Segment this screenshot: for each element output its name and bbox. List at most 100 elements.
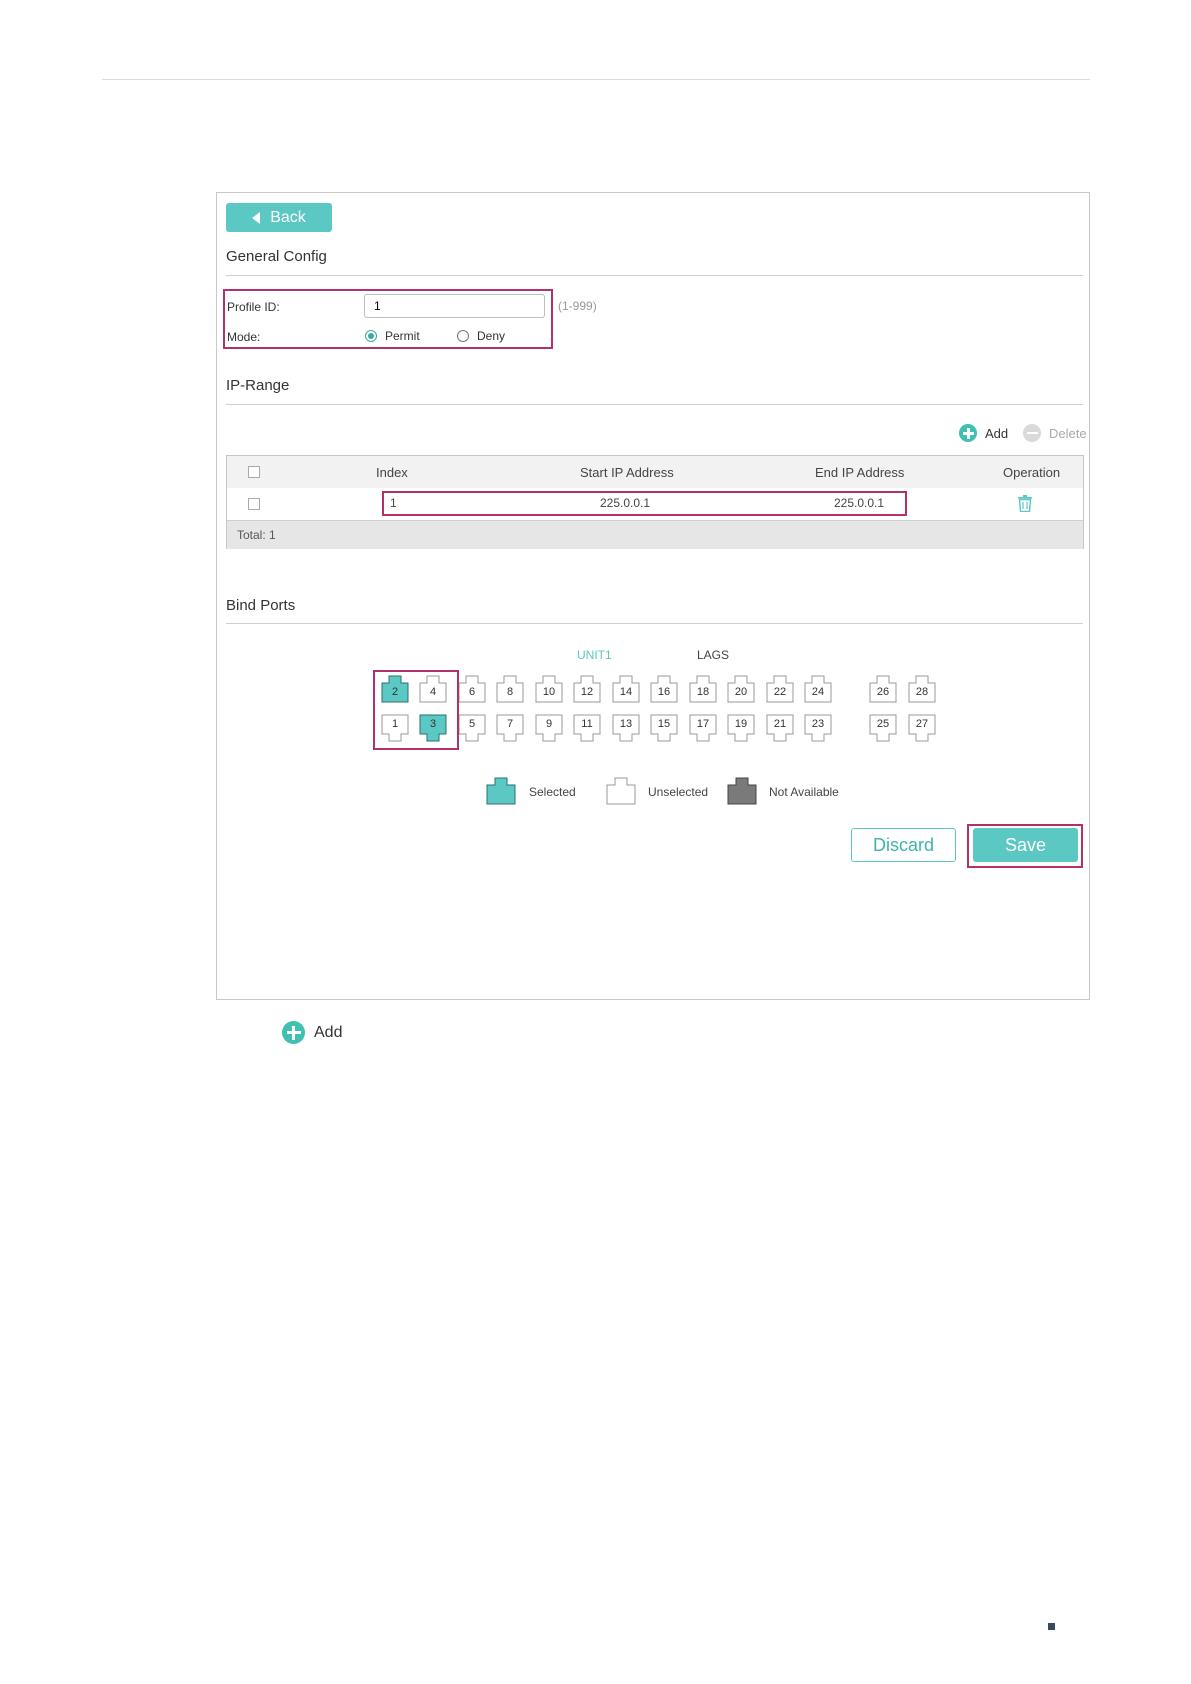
port-label: 9 bbox=[545, 718, 553, 730]
deny-radio[interactable] bbox=[457, 330, 469, 342]
row-checkbox[interactable] bbox=[248, 498, 260, 510]
port-label: 8 bbox=[506, 686, 514, 698]
back-arrow-icon bbox=[252, 211, 261, 224]
legend-not-available-swatch bbox=[727, 777, 757, 805]
add-range-label: Add bbox=[985, 426, 1009, 441]
port-6[interactable]: 6 bbox=[458, 675, 486, 703]
port-17[interactable]: 17 bbox=[689, 714, 717, 742]
port-label: 28 bbox=[915, 686, 929, 698]
port-9[interactable]: 9 bbox=[535, 714, 563, 742]
port-label: 18 bbox=[696, 686, 710, 698]
port-grid: 2 4 6 8 10 12 14 16 18 20 22 24 26 28 1 3 5 7 9 11 13 15 17 19 2… bbox=[217, 193, 936, 742]
port-label: 27 bbox=[915, 718, 929, 730]
port-label: 20 bbox=[734, 686, 748, 698]
delete-range-button[interactable]: Delete bbox=[1023, 423, 1089, 443]
port-7[interactable]: 7 bbox=[496, 714, 524, 742]
add-label: Add bbox=[314, 1024, 343, 1041]
delete-range-label: Delete bbox=[1049, 426, 1087, 441]
back-button[interactable]: Back bbox=[226, 203, 332, 232]
mode-deny-option[interactable]: Deny bbox=[457, 329, 505, 343]
legend-selected-label: Selected bbox=[529, 785, 576, 799]
discard-button[interactable]: Discard bbox=[851, 828, 956, 862]
page-marker bbox=[1048, 1623, 1055, 1630]
col-index: Index bbox=[376, 465, 408, 480]
port-label: 24 bbox=[811, 686, 825, 698]
port-10[interactable]: 10 bbox=[535, 675, 563, 703]
port-label: 26 bbox=[876, 686, 890, 698]
col-end-ip: End IP Address bbox=[815, 465, 905, 480]
profile-id-input[interactable] bbox=[364, 294, 545, 318]
add-circle-icon bbox=[959, 424, 977, 442]
selected-ports-highlight bbox=[373, 670, 459, 750]
port-12[interactable]: 12 bbox=[573, 675, 601, 703]
page-top-rule bbox=[102, 79, 1090, 80]
port-16[interactable]: 16 bbox=[650, 675, 678, 703]
port-label: 7 bbox=[506, 718, 514, 730]
mode-permit-option[interactable]: Permit bbox=[365, 329, 420, 343]
profile-config-panel: Back General Config Profile ID: (1-999) … bbox=[216, 192, 1090, 1000]
port-label: 13 bbox=[619, 718, 633, 730]
general-config-title: General Config bbox=[226, 248, 327, 265]
port-20[interactable]: 20 bbox=[727, 675, 755, 703]
port-22[interactable]: 22 bbox=[766, 675, 794, 703]
legend-unselected-label: Unselected bbox=[648, 785, 709, 799]
port-14[interactable]: 14 bbox=[612, 675, 640, 703]
tab-unit1[interactable]: UNIT1 bbox=[577, 648, 612, 662]
legend-selected-swatch bbox=[486, 777, 516, 805]
port-label: 14 bbox=[619, 686, 633, 698]
port-28[interactable]: 28 bbox=[908, 675, 936, 703]
port-label: 11 bbox=[581, 718, 593, 730]
profile-id-hint: (1-999) bbox=[558, 299, 597, 313]
select-all-checkbox[interactable] bbox=[248, 466, 260, 478]
port-13[interactable]: 13 bbox=[612, 714, 640, 742]
port-24[interactable]: 24 bbox=[804, 675, 832, 703]
add-button[interactable]: Add bbox=[282, 1020, 362, 1046]
add-plus-icon bbox=[282, 1021, 305, 1044]
table-footer: Total: 1 bbox=[227, 521, 1083, 549]
port-label: 15 bbox=[657, 718, 671, 730]
port-23[interactable]: 23 bbox=[804, 714, 832, 742]
port-label: 21 bbox=[773, 718, 787, 730]
table-header: Index Start IP Address End IP Address Op… bbox=[227, 456, 1083, 489]
port-21[interactable]: 21 bbox=[766, 714, 794, 742]
table-total: Total: 1 bbox=[237, 528, 276, 542]
permit-radio[interactable] bbox=[365, 330, 377, 342]
port-label: 5 bbox=[468, 718, 476, 730]
port-label: 19 bbox=[734, 718, 748, 730]
port-25[interactable]: 25 bbox=[869, 714, 897, 742]
bind-ports-title: Bind Ports bbox=[226, 597, 296, 614]
legend-unselected-swatch bbox=[606, 777, 636, 805]
port-18[interactable]: 18 bbox=[689, 675, 717, 703]
port-label: 17 bbox=[696, 718, 710, 730]
ip-range-rule bbox=[226, 404, 1083, 405]
port-27[interactable]: 27 bbox=[908, 714, 936, 742]
add-range-button[interactable]: Add bbox=[959, 423, 1019, 443]
bind-ports-rule bbox=[226, 623, 1083, 624]
save-button[interactable]: Save bbox=[973, 828, 1078, 862]
col-start-ip: Start IP Address bbox=[580, 465, 674, 480]
delete-circle-icon bbox=[1023, 424, 1041, 442]
port-label: 16 bbox=[657, 686, 671, 698]
port-label: 6 bbox=[468, 686, 476, 698]
permit-label: Permit bbox=[385, 329, 420, 343]
profile-id-label: Profile ID: bbox=[227, 300, 280, 314]
port-19[interactable]: 19 bbox=[727, 714, 755, 742]
trash-icon[interactable] bbox=[1018, 495, 1032, 513]
port-5[interactable]: 5 bbox=[458, 714, 486, 742]
port-label: 10 bbox=[542, 686, 556, 698]
port-label: 22 bbox=[773, 686, 787, 698]
port-8[interactable]: 8 bbox=[496, 675, 524, 703]
port-label: 23 bbox=[811, 718, 825, 730]
back-label: Back bbox=[270, 208, 306, 226]
mode-label: Mode: bbox=[227, 330, 261, 344]
tab-lags[interactable]: LAGS bbox=[697, 648, 729, 662]
legend-not-available-label: Not Available bbox=[769, 785, 839, 799]
port-label: 12 bbox=[580, 686, 594, 698]
general-config-rule bbox=[226, 275, 1083, 276]
port-15[interactable]: 15 bbox=[650, 714, 678, 742]
port-label: 25 bbox=[876, 718, 890, 730]
port-26[interactable]: 26 bbox=[869, 675, 897, 703]
ip-range-title: IP-Range bbox=[226, 377, 290, 394]
port-11[interactable]: 11 bbox=[573, 714, 601, 742]
deny-label: Deny bbox=[477, 329, 506, 343]
